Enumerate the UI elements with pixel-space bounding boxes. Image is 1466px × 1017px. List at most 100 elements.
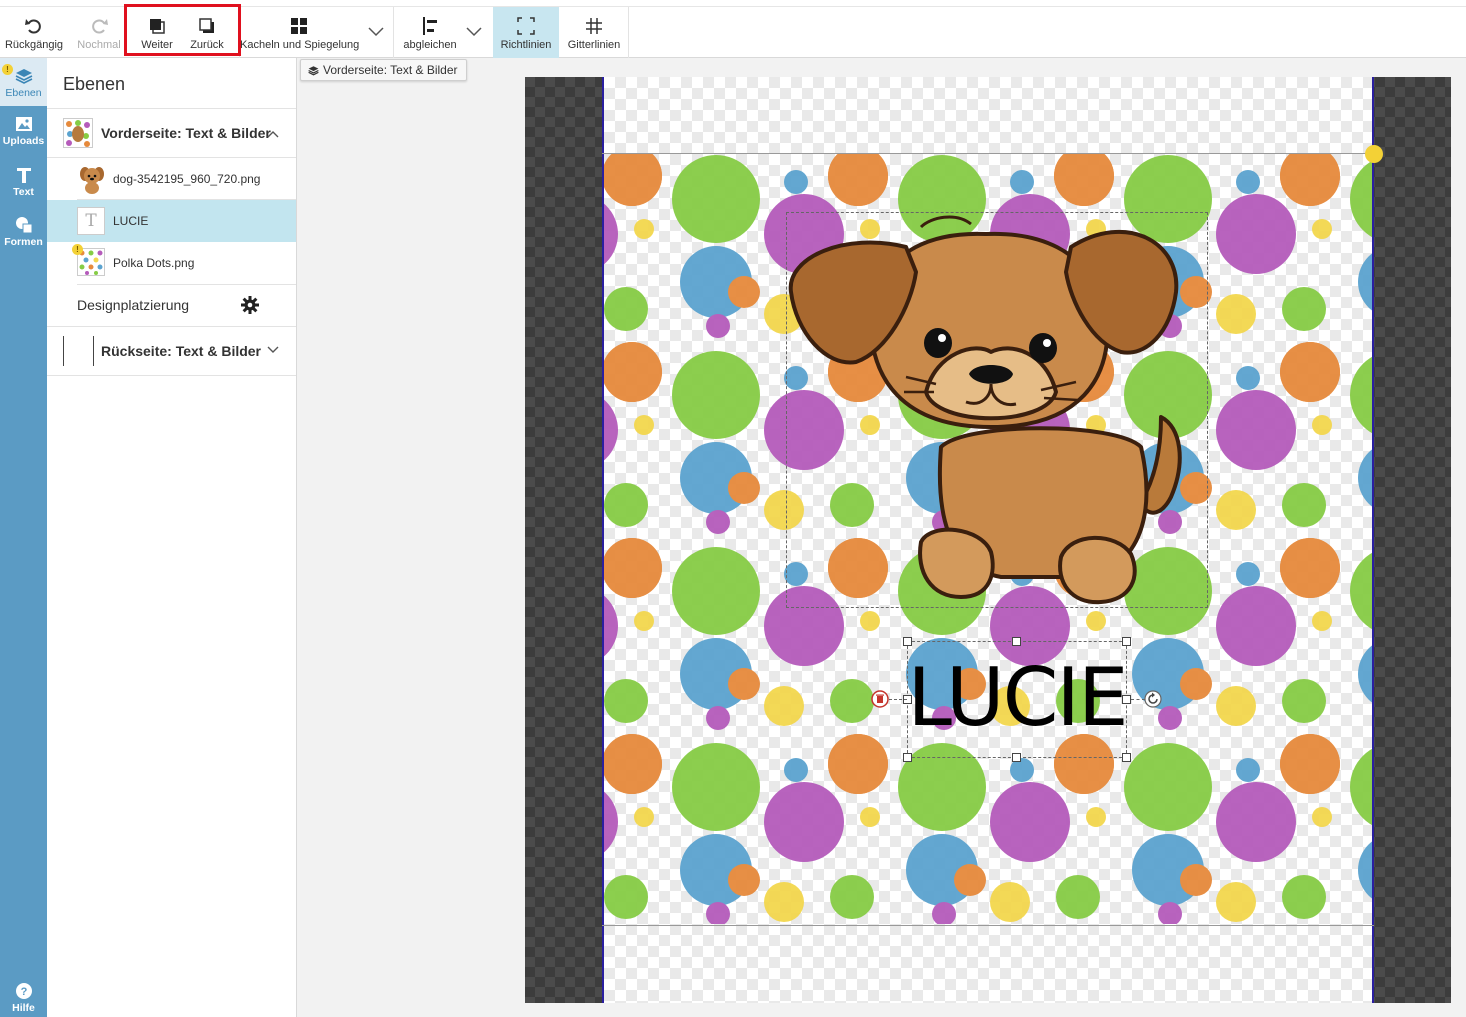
polka-dot [728,276,760,308]
polka-dot [604,538,662,598]
rail-uploads-label: Uploads [2,135,45,147]
polka-dot [830,679,874,723]
tiles-icon [291,18,307,34]
shapes-icon [15,217,32,234]
grid-toggle[interactable]: Gitterlinien [561,7,627,58]
polka-dot [1350,356,1372,434]
polka-dot [1282,875,1326,919]
polka-dot [860,807,880,827]
polka-dot [828,734,888,794]
chevron-down-icon [267,346,279,353]
dog-thumbnail [77,164,107,194]
align-button[interactable]: abgleichen [397,7,463,58]
polka-dot [1180,668,1212,700]
polka-dot [1350,160,1372,238]
tiles-mirror-label: Kacheln und Spiegelung [240,39,360,51]
tiles-mirror-button[interactable]: Kacheln und Spiegelung [240,7,360,58]
polka-dot [830,875,874,919]
polka-dot [1236,562,1260,586]
polka-dot [604,595,618,657]
polka-dot [1124,743,1212,831]
resize-handle-n[interactable] [1012,637,1021,646]
front-group-header[interactable]: Vorderseite: Text & Bilder [47,109,296,157]
guides-label: Richtlinien [500,39,552,51]
resize-handle-se[interactable] [1122,753,1131,762]
left-rail: Ebenen ! Uploads Text Formen ? Hilfe [0,58,47,1017]
polka-dot [1158,706,1182,730]
polka-dot [1358,449,1372,507]
polka-dot [604,483,648,527]
polka-dot [672,351,760,439]
polka-dot [990,882,1030,922]
dog-selection-outline [786,212,1208,608]
layer-name: LUCIE [113,214,149,228]
redo-button[interactable]: Nochmal [70,7,128,58]
resize-handle-nw[interactable] [903,637,912,646]
divider [47,375,296,376]
delete-icon[interactable] [871,690,889,708]
polka-dot [634,415,654,435]
polka-dot [784,758,808,782]
chevron-down-icon [466,27,482,37]
polka-dot [1358,645,1372,703]
side-breadcrumb[interactable]: Vorderseite: Text & Bilder [300,59,467,81]
rail-help-label: Hilfe [12,1002,35,1014]
warning-icon: ! [2,64,13,75]
undo-icon [25,19,41,34]
polka-dot [1312,611,1332,631]
align-dropdown-button[interactable] [460,7,490,58]
polka-dot [634,807,654,827]
guides-toggle[interactable]: Richtlinien [493,7,559,58]
polka-dot [728,864,760,896]
polka-dot [1236,758,1260,782]
polka-dot [1236,170,1260,194]
layers-panel: Ebenen Vorderseite: Text & Bilder dog-35… [47,58,297,1017]
polka-dot [604,287,648,331]
polka-dot [604,875,648,919]
polka-dot [672,743,760,831]
polka-dot [1216,882,1256,922]
polka-dot [860,611,880,631]
layer-item-dog[interactable]: dog-3542195_960_720.png [47,158,296,200]
gear-icon[interactable] [241,296,259,314]
back-group-thumbnail [63,336,64,366]
tiles-dropdown-button[interactable] [360,7,392,58]
polka-dot [1086,807,1106,827]
rail-uploads[interactable]: Uploads [0,115,47,161]
polka-dot [634,611,654,631]
polka-dot [764,882,804,922]
polka-dot [1216,490,1256,530]
polka-dot [706,510,730,534]
warning-marker[interactable] [1365,145,1383,163]
polka-dot [1282,287,1326,331]
resize-handle-sw[interactable] [903,753,912,762]
layer-item-polka[interactable]: ! Polka Dots.png [47,242,296,284]
polka-dot [1280,342,1340,402]
rail-text[interactable]: Text [0,166,47,212]
polka-dot [1216,782,1296,862]
polka-thumbnail-icon [78,249,104,275]
rail-text-label: Text [13,186,34,198]
rail-help[interactable]: ? Hilfe [0,982,47,1016]
text-icon [16,168,31,183]
text-thumbnail: T [77,207,105,235]
polka-dot [954,864,986,896]
rotate-icon[interactable] [1144,690,1162,708]
layer-item-lucie[interactable]: T LUCIE [47,200,296,242]
polka-dot [764,686,804,726]
resize-handle-e[interactable] [1122,695,1131,704]
polka-dot [1056,875,1100,919]
polka-dot [1180,864,1212,896]
polka-dot [672,547,760,635]
rail-shapes[interactable]: Formen [0,216,47,262]
align-label: abgleichen [403,39,457,51]
undo-button[interactable]: Rückgängig [0,7,68,58]
back-group-header[interactable]: Rückseite: Text & Bilder [47,327,296,375]
resize-handle-ne[interactable] [1122,637,1131,646]
panel-title: Ebenen [63,74,126,94]
grid-label: Gitterlinien [567,39,621,51]
resize-handle-s[interactable] [1012,753,1021,762]
polka-dot [634,219,654,239]
polka-dot [1216,686,1256,726]
polka-dot [604,679,648,723]
